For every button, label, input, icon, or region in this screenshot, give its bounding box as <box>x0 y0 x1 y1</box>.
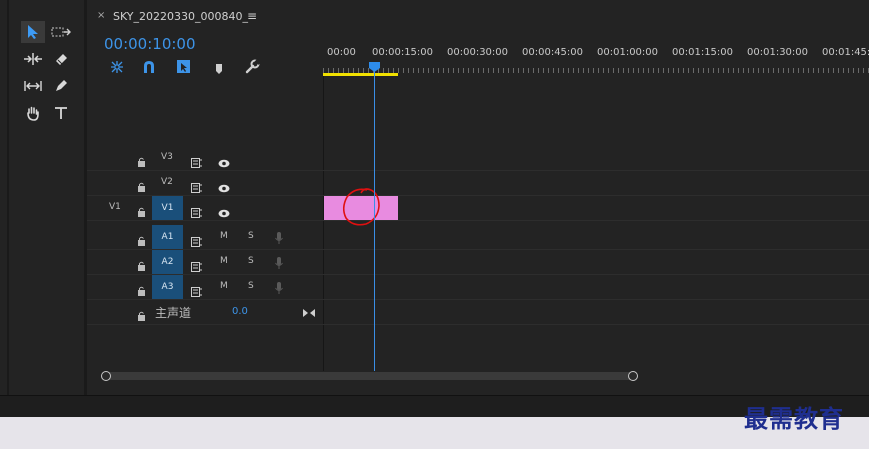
solo-button[interactable]: S <box>248 256 254 266</box>
lock-icon[interactable] <box>137 152 146 171</box>
track-lane-divider <box>323 220 869 221</box>
work-area-bar[interactable] <box>323 73 398 76</box>
ruler-label: 00:01:30:00 <box>747 47 809 58</box>
ripple-edit-tool-icon[interactable] <box>21 48 45 70</box>
track-lane-divider <box>323 249 869 250</box>
lock-icon[interactable] <box>137 256 146 275</box>
ruler-label: 00:00:45:00 <box>522 47 584 58</box>
sync-lock-icon[interactable] <box>191 232 203 251</box>
scrollbar-right-handle[interactable] <box>628 371 638 381</box>
linked-selection-icon[interactable] <box>176 59 191 78</box>
mute-button[interactable]: M <box>220 281 228 291</box>
track-lane-divider <box>323 274 869 275</box>
track-target-a2[interactable]: A2 <box>152 250 183 274</box>
panel-divider <box>7 0 9 395</box>
track-lane-divider <box>323 170 869 171</box>
lock-icon[interactable] <box>137 306 146 325</box>
master-track-label: 主声道 <box>155 306 192 320</box>
sync-lock-icon[interactable] <box>191 282 203 301</box>
lock-icon[interactable] <box>137 281 146 300</box>
master-volume-value[interactable]: 0.0 <box>232 306 248 317</box>
lock-icon[interactable] <box>137 177 146 196</box>
close-tab-icon[interactable]: × <box>97 10 105 21</box>
track-header-v3: V3 <box>87 146 323 171</box>
ruler-label: 00:00 <box>327 47 356 58</box>
watermark-text: 最需教育 <box>744 404 844 433</box>
track-lane-divider <box>323 299 869 300</box>
bottom-strip <box>0 417 869 449</box>
add-marker-icon[interactable] <box>214 60 224 79</box>
razor-tool-icon[interactable] <box>49 48 73 70</box>
pen-tool-icon[interactable] <box>49 75 73 97</box>
eye-icon[interactable] <box>218 178 230 197</box>
ruler-label: 00:00:15:00 <box>372 47 434 58</box>
track-header-a1: A1 M S <box>87 225 323 250</box>
ruler-label: 00:00:30:00 <box>447 47 509 58</box>
sync-lock-icon[interactable] <box>191 203 203 222</box>
solo-button[interactable]: S <box>248 281 254 291</box>
tools-panel <box>0 0 87 395</box>
time-ruler[interactable]: 00:00 00:00:15:00 00:00:30:00 00:00:45:0… <box>323 0 869 145</box>
source-patch-v1[interactable]: V1 <box>109 202 121 212</box>
zoom-scrollbar[interactable] <box>105 372 635 380</box>
lock-icon[interactable] <box>137 231 146 250</box>
sync-lock-icon[interactable] <box>191 178 203 197</box>
nest-sequence-icon[interactable] <box>109 59 125 78</box>
track-header-v2: V2 <box>87 171 323 196</box>
timeline-settings-wrench-icon[interactable] <box>245 58 262 78</box>
ruler-label: 00:01:00:00 <box>597 47 659 58</box>
type-tool-icon[interactable] <box>49 102 73 124</box>
track-header-v1: V1 V1 <box>87 196 323 221</box>
track-select-tool-icon[interactable] <box>49 21 73 43</box>
hand-tool-icon[interactable] <box>21 102 45 124</box>
track-header-divider <box>323 76 324 371</box>
slip-tool-icon[interactable] <box>21 75 45 97</box>
timeline-panel: × SKY_20220330_000840_ ≡ 00:00:10:00 00:… <box>87 0 869 395</box>
playhead-handle[interactable] <box>369 62 380 72</box>
microphone-icon[interactable] <box>275 255 283 274</box>
track-header-a3: A3 M S <box>87 275 323 300</box>
solo-button[interactable]: S <box>248 231 254 241</box>
lock-icon[interactable] <box>137 202 146 221</box>
snap-icon[interactable] <box>142 59 156 78</box>
track-label-v3[interactable]: V3 <box>161 152 173 162</box>
track-header-master: 主声道 0.0 <box>87 300 323 325</box>
mute-button[interactable]: M <box>220 256 228 266</box>
track-header-a2: A2 M S <box>87 250 323 275</box>
ruler-ticks <box>323 62 869 76</box>
microphone-icon[interactable] <box>275 230 283 249</box>
panel-menu-icon[interactable]: ≡ <box>247 9 257 23</box>
sequence-tab-title[interactable]: SKY_20220330_000840_ <box>113 10 248 23</box>
track-target-v1[interactable]: V1 <box>152 196 183 220</box>
sync-lock-icon[interactable] <box>191 153 203 172</box>
status-bar <box>0 395 869 418</box>
microphone-icon[interactable] <box>275 280 283 299</box>
scrollbar-left-handle[interactable] <box>101 371 111 381</box>
sync-lock-icon[interactable] <box>191 257 203 276</box>
track-lane-divider <box>323 195 869 196</box>
annotation-circle <box>342 188 380 226</box>
playhead-line[interactable] <box>374 62 375 371</box>
expand-tracks-icon[interactable] <box>303 303 315 322</box>
track-label-v2[interactable]: V2 <box>161 177 173 187</box>
playhead-timecode[interactable]: 00:00:10:00 <box>104 35 196 53</box>
eye-icon[interactable] <box>218 203 230 222</box>
ruler-label: 00:01:15:00 <box>672 47 734 58</box>
selection-tool-icon[interactable] <box>21 21 45 43</box>
track-target-a1[interactable]: A1 <box>152 225 183 249</box>
ruler-label: 00:01:45:00 <box>822 47 869 58</box>
track-target-a3[interactable]: A3 <box>152 275 183 299</box>
track-lane-divider <box>323 324 869 325</box>
mute-button[interactable]: M <box>220 231 228 241</box>
eye-icon[interactable] <box>218 153 230 172</box>
